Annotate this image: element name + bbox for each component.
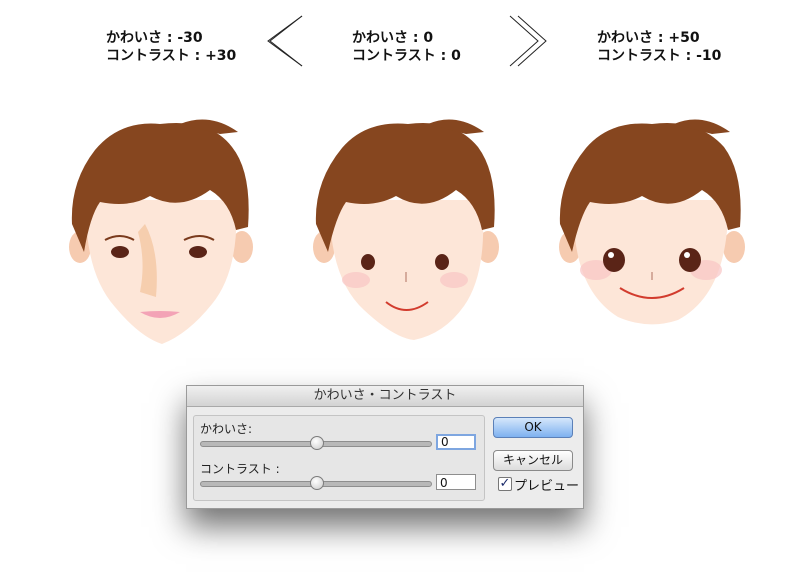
kawaisa-slider-thumb[interactable] — [310, 436, 324, 450]
contrast-value-right: コントラスト : -10 — [597, 48, 722, 64]
face-neutral — [313, 119, 499, 340]
kawaisa-label: かわいさ: — [200, 422, 253, 436]
contrast-label: コントラスト : — [200, 462, 280, 476]
cancel-button[interactable]: キャンセル — [493, 450, 573, 471]
face-label-left: かわいさ : -30 コントラスト : +30 — [106, 29, 236, 65]
face-label-middle: かわいさ : 0 コントラスト : 0 — [352, 29, 461, 65]
kawaisa-value-middle: かわいさ : 0 — [352, 30, 434, 46]
ok-button[interactable]: OK — [493, 417, 573, 438]
face-label-right: かわいさ : +50 コントラスト : -10 — [597, 29, 721, 65]
kawaisa-contrast-dialog: かわいさ・コントラスト かわいさ: 0 コントラスト : 0 OK キャンセル … — [186, 385, 584, 509]
contrast-value-middle: コントラスト : 0 — [352, 48, 461, 64]
dialog-title: かわいさ・コントラスト — [187, 386, 583, 407]
adjustment-group: かわいさ: 0 コントラスト : 0 — [193, 415, 485, 501]
contrast-value-left: コントラスト : +30 — [106, 48, 237, 64]
chevron-right-icon — [509, 15, 547, 67]
contrast-value-input[interactable]: 0 — [436, 474, 476, 490]
kawaisa-value-input[interactable]: 0 — [436, 434, 476, 450]
contrast-slider-thumb[interactable] — [310, 476, 324, 490]
checkbox-icon[interactable]: ✓ — [498, 477, 512, 491]
kawaisa-value-left: かわいさ : -30 — [106, 30, 203, 46]
preview-label[interactable]: プレビュー — [514, 475, 579, 494]
face-mature — [69, 119, 253, 344]
chevron-left-icon — [267, 15, 303, 67]
face-cute — [559, 119, 745, 325]
kawaisa-value-right: かわいさ : +50 — [597, 30, 700, 46]
